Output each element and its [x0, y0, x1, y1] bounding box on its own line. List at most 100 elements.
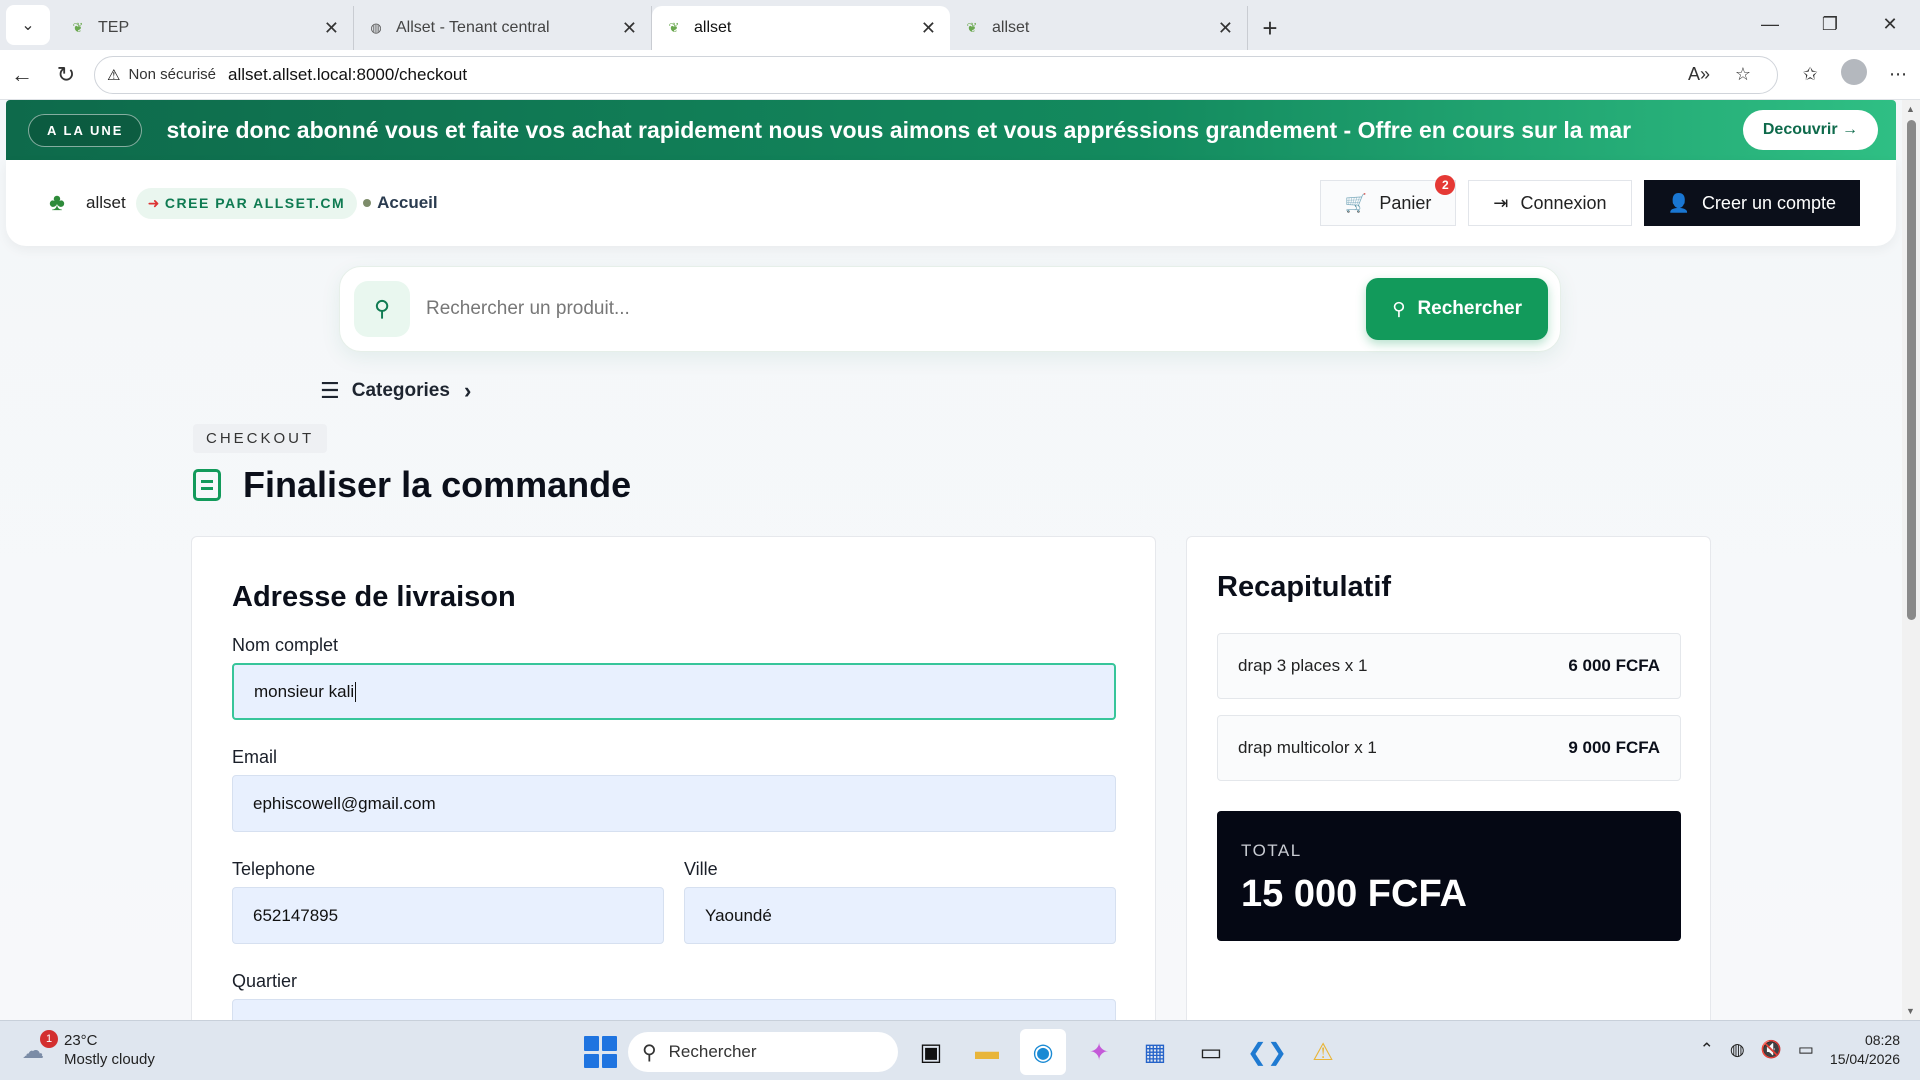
copilot-icon[interactable]: ✦	[1076, 1029, 1122, 1075]
page-viewport: A LA UNE stoire donc abonné vous et fait…	[0, 100, 1902, 1020]
leaf-icon: ❦	[72, 20, 84, 35]
recap-card: Recapitulatif drap 3 places x 1 6 000 FC…	[1186, 536, 1711, 1020]
a-la-une-badge: A LA UNE	[28, 113, 143, 147]
security-label[interactable]: Non sécurisé	[128, 66, 216, 83]
rechercher-label: Rechercher	[1417, 298, 1522, 319]
email-input[interactable]: ephiscowell@gmail.com	[232, 775, 1116, 832]
nom-complet-value: monsieur kali	[254, 681, 355, 701]
browser-tab-tep[interactable]: ❦ TEP ✕	[56, 6, 354, 50]
store-icon[interactable]: ▦	[1132, 1029, 1178, 1075]
scroll-up-arrow-icon[interactable]: ▲	[1906, 104, 1915, 114]
chevron-up-icon[interactable]: ⌃	[1700, 1040, 1714, 1060]
file-explorer-icon[interactable]: ▬	[964, 1029, 1010, 1075]
brand-name[interactable]: allset	[86, 193, 126, 213]
allset-logo-icon[interactable]: ♣	[42, 188, 72, 218]
nav-accueil[interactable]: Accueil	[363, 193, 438, 213]
url-field[interactable]: ⚠ Non sécurisé allset.allset.local:8000/…	[94, 55, 1778, 94]
edge-browser-icon[interactable]: ◉	[1020, 1029, 1066, 1075]
recap-item: drap 3 places x 1 6 000 FCFA	[1217, 633, 1681, 699]
favorites-list-icon[interactable]: ✩	[1788, 64, 1832, 85]
telephone-input[interactable]: 652147895	[232, 887, 664, 944]
browser-tab-bar: ⌄ ❦ TEP ✕ ◍ Allset - Tenant central ✕ ❦ …	[0, 0, 1920, 50]
tab-title: allset	[694, 19, 732, 36]
close-icon[interactable]: ✕	[1218, 18, 1233, 39]
clock[interactable]: 08:28 15/04/2026	[1830, 1031, 1900, 1069]
quartier-label: Quartier	[232, 971, 298, 991]
scroll-down-arrow-icon[interactable]: ▼	[1906, 1006, 1915, 1016]
restore-icon[interactable]: ❐	[1800, 0, 1860, 48]
more-options-icon[interactable]: ⋯	[1876, 64, 1920, 85]
panier-button[interactable]: 🛒 Panier 2	[1319, 175, 1457, 226]
taskbar-search-label: Rechercher	[668, 1042, 757, 1061]
checkout-tag: CHECKOUT	[193, 424, 328, 453]
tab-actions-chevron-down-icon[interactable]: ⌄	[6, 5, 50, 45]
browser-tab-tenant-central[interactable]: ◍ Allset - Tenant central ✕	[354, 6, 652, 50]
weather-widget[interactable]: ☁ 1 23°C Mostly cloudy	[22, 1030, 155, 1069]
ville-input[interactable]: Yaoundé	[684, 887, 1116, 944]
chevron-right-icon: ›	[463, 378, 472, 403]
warning-triangle-icon[interactable]: ⚠	[107, 66, 120, 84]
page-title: Finaliser la commande	[243, 464, 632, 505]
search-input[interactable]	[426, 298, 1367, 320]
document-icon	[193, 469, 221, 501]
user-plus-icon: 👤	[1667, 192, 1690, 213]
browser-tab-allset[interactable]: ❦ allset ✕	[950, 6, 1248, 50]
clock-date: 15/04/2026	[1829, 1051, 1900, 1067]
cloud-sun-icon: ☁ 1	[22, 1030, 58, 1063]
read-aloud-icon[interactable]: A»	[1677, 64, 1721, 85]
sign-in-icon: ⇥	[1493, 192, 1509, 213]
taskbar-search[interactable]: ⚲ Rechercher	[628, 1032, 898, 1072]
quartier-input[interactable]	[232, 999, 1116, 1020]
address-bar-row: ← ↻ ⚠ Non sécurisé allset.allset.local:8…	[0, 50, 1920, 100]
recap-item: drap multicolor x 1 9 000 FCFA	[1217, 715, 1681, 781]
globe-network-icon[interactable]: ◍	[1730, 1040, 1745, 1060]
url-text[interactable]: allset.allset.local:8000/checkout	[228, 65, 467, 85]
decouvrir-button[interactable]: Decouvrir →	[1742, 110, 1878, 150]
minimize-icon[interactable]: —	[1740, 0, 1800, 48]
terminal-icon[interactable]: ▭	[1188, 1029, 1234, 1075]
cart-icon: 🛒	[1344, 192, 1368, 213]
promo-banner: A LA UNE stoire donc abonné vous et fait…	[6, 100, 1896, 160]
rechercher-button[interactable]: ⚲ Rechercher	[1366, 278, 1548, 340]
ville-label: Ville	[684, 859, 718, 879]
warning-app-icon[interactable]: ⚠	[1300, 1029, 1346, 1075]
profile-avatar[interactable]	[1832, 59, 1876, 90]
connexion-button[interactable]: ⇥ Connexion	[1468, 180, 1632, 226]
task-view-icon[interactable]: ▣	[908, 1029, 954, 1075]
back-arrow-icon[interactable]: ←	[0, 55, 44, 95]
browser-tab-allset-active[interactable]: ❦ allset ✕	[652, 6, 950, 50]
categories-menu[interactable]: ☰ Categories ›	[320, 378, 471, 404]
nom-complet-input[interactable]: monsieur kali	[232, 663, 1116, 720]
weather-condition: Mostly cloudy	[64, 1051, 155, 1068]
refresh-icon[interactable]: ↻	[44, 55, 88, 95]
tab-title: Allset - Tenant central	[396, 19, 550, 36]
site-header: ♣ allset ➜ CREE PAR ALLSET.CM Accueil 🛒 P…	[6, 160, 1896, 246]
close-window-icon[interactable]: ✕	[1860, 0, 1920, 48]
close-icon[interactable]: ✕	[324, 18, 339, 39]
text-caret	[355, 681, 357, 702]
delivery-address-card: Adresse de livraison Nom complet monsieu…	[191, 536, 1156, 1020]
favorite-star-icon[interactable]: ☆	[1721, 64, 1765, 85]
recap-title: Recapitulatif	[1217, 571, 1392, 603]
creer-compte-button[interactable]: 👤 Creer un compte	[1643, 180, 1860, 226]
panier-label: Panier	[1379, 192, 1432, 213]
banner-ticker-text: stoire donc abonné vous et faite vos ach…	[166, 116, 1632, 143]
page-title-row: Finaliser la commande	[193, 464, 631, 506]
close-icon[interactable]: ✕	[622, 18, 637, 39]
telephone-label: Telephone	[232, 859, 316, 879]
weather-alert-badge: 1	[40, 1030, 58, 1048]
muted-speaker-icon[interactable]: 🔇	[1761, 1040, 1782, 1060]
leaf-icon: ❦	[668, 20, 680, 35]
telephone-value: 652147895	[253, 905, 339, 925]
battery-icon[interactable]: ▭	[1798, 1040, 1814, 1060]
start-windows-icon[interactable]	[582, 1034, 618, 1070]
total-label: TOTAL	[1241, 841, 1302, 860]
arrow-right-icon: ➜	[147, 194, 161, 211]
window-controls: — ❐ ✕	[1740, 0, 1920, 48]
page-scrollbar[interactable]: ▲ ▼	[1902, 100, 1920, 1020]
new-tab-plus-icon[interactable]: +	[1248, 6, 1292, 50]
dot-icon	[363, 199, 372, 207]
scrollbar-thumb[interactable]	[1907, 120, 1916, 620]
close-icon[interactable]: ✕	[921, 18, 936, 39]
vscode-icon[interactable]: ❮❯	[1244, 1029, 1290, 1075]
